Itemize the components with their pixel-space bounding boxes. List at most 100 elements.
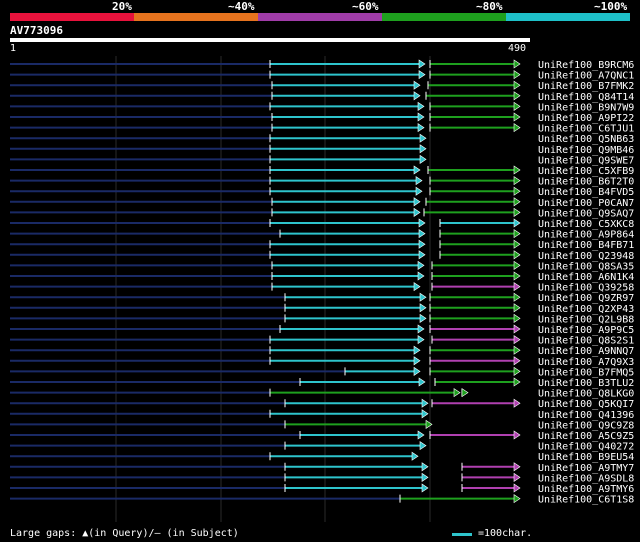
hit-row[interactable]: UniRef100_A9P864 bbox=[10, 229, 634, 241]
hit-row[interactable]: UniRef100_Q9ZR97 bbox=[10, 292, 634, 304]
hit-row[interactable]: UniRef100_Q2XP43 bbox=[10, 303, 634, 315]
hit-label[interactable]: UniRef100_Q2XP43 bbox=[538, 304, 634, 315]
hit-row[interactable]: UniRef100_B4FVD5 bbox=[10, 186, 634, 198]
hit-row[interactable]: UniRef100_Q8S2S1 bbox=[10, 335, 634, 347]
hsp-arrow-icon bbox=[513, 112, 521, 122]
hit-label[interactable]: UniRef100_Q8SA35 bbox=[538, 261, 634, 272]
hit-label[interactable]: UniRef100_B7FMK2 bbox=[538, 81, 634, 92]
hit-row[interactable]: UniRef100_Q8SA35 bbox=[10, 260, 634, 272]
hsp-arrow-icon bbox=[413, 91, 421, 101]
hit-row[interactable]: UniRef100_B7FMQ5 bbox=[10, 366, 634, 378]
hit-label[interactable]: UniRef100_Q23948 bbox=[538, 251, 634, 262]
hsp-arrow-icon bbox=[513, 335, 521, 345]
hit-label[interactable]: UniRef100_A9P9C5 bbox=[538, 325, 634, 336]
hit-row[interactable]: UniRef100_B9EU54 bbox=[10, 451, 634, 463]
hit-label[interactable]: UniRef100_A5C9Z5 bbox=[538, 431, 634, 442]
hit-label[interactable]: UniRef100_Q8S2S1 bbox=[538, 336, 634, 347]
hit-label[interactable]: UniRef100_B7FMQ5 bbox=[538, 367, 634, 378]
hit-row[interactable]: UniRef100_A5C9Z5 bbox=[10, 430, 634, 442]
hit-row[interactable]: UniRef100_Q84T14 bbox=[10, 91, 634, 103]
hit-row[interactable]: UniRef100_Q5NB63 bbox=[10, 133, 634, 145]
hit-label[interactable]: UniRef100_A9P864 bbox=[538, 230, 634, 241]
hit-row[interactable]: UniRef100_A9NNQ7 bbox=[10, 345, 634, 357]
hit-label[interactable]: UniRef100_A9TMY7 bbox=[538, 463, 634, 474]
hit-label[interactable]: UniRef100_Q5NB63 bbox=[538, 134, 634, 145]
hsp-arrow-icon bbox=[513, 430, 521, 440]
hit-row[interactable]: UniRef100_C6TJU1 bbox=[10, 123, 634, 135]
hit-label[interactable]: UniRef100_Q5KQI7 bbox=[538, 399, 634, 410]
hit-row[interactable]: UniRef100_C6T1S8 bbox=[10, 494, 634, 506]
hit-row[interactable]: UniRef100_Q23948 bbox=[10, 250, 634, 262]
hit-row[interactable]: UniRef100_B7FMK2 bbox=[10, 80, 634, 92]
hsp-arrow-icon bbox=[421, 462, 429, 472]
hit-row[interactable]: UniRef100_B9RCM6 bbox=[10, 59, 634, 71]
hit-label[interactable]: UniRef100_B9RCM6 bbox=[538, 60, 634, 71]
hit-row[interactable]: UniRef100_Q41396 bbox=[10, 409, 634, 421]
hit-label[interactable]: UniRef100_C5XFB9 bbox=[538, 166, 634, 177]
hit-row[interactable]: UniRef100_Q8LKG0 bbox=[10, 388, 634, 400]
hit-row[interactable]: UniRef100_A9TMY6 bbox=[10, 483, 634, 495]
hit-row[interactable]: UniRef100_Q9C9Z8 bbox=[10, 419, 634, 431]
hit-label[interactable]: UniRef100_B4FB71 bbox=[538, 240, 634, 251]
hit-label[interactable]: UniRef100_A6N1K4 bbox=[538, 272, 634, 283]
hsp-arrow-icon bbox=[513, 345, 521, 355]
hit-label[interactable]: UniRef100_Q9C9Z8 bbox=[538, 420, 634, 431]
hsp-arrow-icon bbox=[418, 59, 426, 69]
hit-row[interactable]: UniRef100_A9P9C5 bbox=[10, 324, 634, 336]
hit-label[interactable]: UniRef100_A9NNQ7 bbox=[538, 346, 634, 357]
hit-label[interactable]: UniRef100_A9TMY6 bbox=[538, 484, 634, 495]
hit-row[interactable]: UniRef100_Q2L9B8 bbox=[10, 313, 634, 325]
hit-label[interactable]: UniRef100_P0CAN7 bbox=[538, 198, 634, 209]
hit-label[interactable]: UniRef100_Q2L9B8 bbox=[538, 314, 634, 325]
hit-row[interactable]: UniRef100_Q5KQI7 bbox=[10, 398, 634, 410]
hit-row[interactable]: UniRef100_Q39258 bbox=[10, 282, 634, 294]
hsp-arrow-icon bbox=[419, 313, 427, 323]
hit-label[interactable]: UniRef100_Q41396 bbox=[538, 410, 634, 421]
hit-label[interactable]: UniRef100_Q9SWE7 bbox=[538, 155, 634, 166]
hsp-arrow-icon bbox=[411, 451, 419, 461]
hsp-arrow-icon bbox=[513, 356, 521, 366]
hit-row[interactable]: UniRef100_C5XKC8 bbox=[10, 218, 634, 230]
hsp-arrow-icon bbox=[513, 324, 521, 334]
hit-row[interactable]: UniRef100_A9SDL8 bbox=[10, 472, 634, 484]
hit-label[interactable]: UniRef100_C6TJU1 bbox=[538, 124, 634, 135]
hit-label[interactable]: UniRef100_Q8LKG0 bbox=[538, 389, 634, 400]
hit-row[interactable]: UniRef100_Q40272 bbox=[10, 441, 634, 453]
hit-label[interactable]: UniRef100_B3TLU2 bbox=[538, 378, 634, 389]
hit-row[interactable]: UniRef100_Q9SWE7 bbox=[10, 154, 634, 166]
hit-row[interactable]: UniRef100_C5XFB9 bbox=[10, 165, 634, 177]
hsp-arrow-icon bbox=[513, 186, 521, 196]
hit-row[interactable]: UniRef100_B4FB71 bbox=[10, 239, 634, 251]
hit-row[interactable]: UniRef100_P0CAN7 bbox=[10, 197, 634, 209]
hit-label[interactable]: UniRef100_Q9ZR97 bbox=[538, 293, 634, 304]
hsp-arrow-icon bbox=[417, 324, 425, 334]
hit-label[interactable]: UniRef100_A9PI22 bbox=[538, 113, 634, 124]
hit-label[interactable]: UniRef100_B6T2T0 bbox=[538, 177, 634, 188]
hsp-arrow-icon bbox=[513, 176, 521, 186]
hit-row[interactable]: UniRef100_A6N1K4 bbox=[10, 271, 634, 283]
hit-label[interactable]: UniRef100_A9SDL8 bbox=[538, 473, 634, 484]
hit-row[interactable]: UniRef100_B9N7W9 bbox=[10, 101, 634, 113]
hit-label[interactable]: UniRef100_B9N7W9 bbox=[538, 102, 634, 113]
hit-label[interactable]: UniRef100_Q9SAQ7 bbox=[538, 208, 634, 219]
hit-label[interactable]: UniRef100_B4FVD5 bbox=[538, 187, 634, 198]
hit-row[interactable]: UniRef100_B3TLU2 bbox=[10, 377, 634, 389]
hit-row[interactable]: UniRef100_A9TMY7 bbox=[10, 462, 634, 474]
hit-row[interactable]: UniRef100_A9PI22 bbox=[10, 112, 634, 124]
hit-label[interactable]: UniRef100_A7QNC1 bbox=[538, 71, 634, 82]
hit-row[interactable]: UniRef100_Q9MB46 bbox=[10, 144, 634, 156]
hit-row[interactable]: UniRef100_A7QNC1 bbox=[10, 70, 634, 82]
hit-label[interactable]: UniRef100_Q84T14 bbox=[538, 92, 634, 103]
hit-label[interactable]: UniRef100_B9EU54 bbox=[538, 452, 634, 463]
hit-row[interactable]: UniRef100_Q9SAQ7 bbox=[10, 207, 634, 219]
hit-label[interactable]: UniRef100_C6T1S8 bbox=[538, 495, 634, 506]
hit-label[interactable]: UniRef100_Q39258 bbox=[538, 283, 634, 294]
hit-row[interactable]: UniRef100_B6T2T0 bbox=[10, 176, 634, 188]
hit-label[interactable]: UniRef100_Q9MB46 bbox=[538, 145, 634, 156]
hit-label[interactable]: UniRef100_A7Q9X3 bbox=[538, 357, 634, 368]
hit-label[interactable]: UniRef100_Q40272 bbox=[538, 442, 634, 453]
hsp-arrow-icon bbox=[418, 70, 426, 80]
hsp-arrow-icon bbox=[513, 207, 521, 217]
hit-row[interactable]: UniRef100_A7Q9X3 bbox=[10, 356, 634, 368]
hit-label[interactable]: UniRef100_C5XKC8 bbox=[538, 219, 634, 230]
